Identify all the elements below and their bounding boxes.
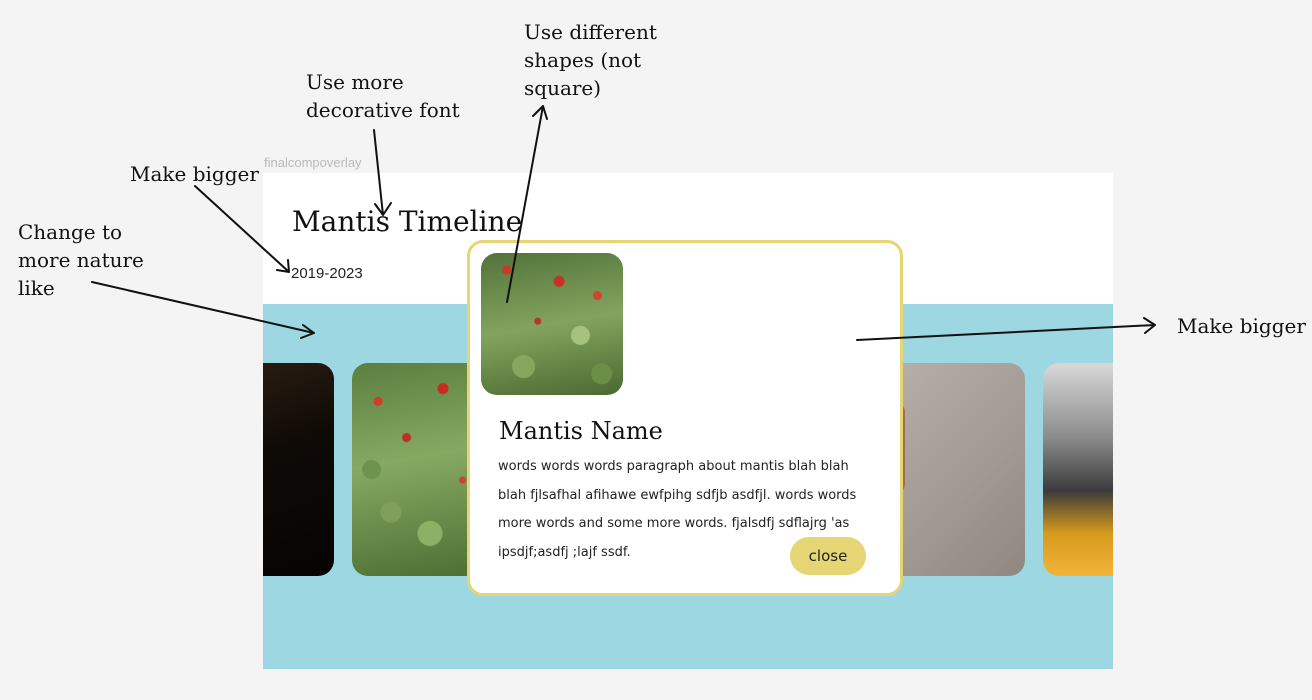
modal-title: Mantis Name: [499, 417, 663, 445]
mantis-detail-modal: Mantis Name words words words paragraph …: [467, 240, 903, 596]
page-title: Mantis Timeline: [292, 205, 523, 238]
timeline-card-2[interactable]: [352, 363, 482, 576]
annotation-font: Use more decorative font: [306, 70, 460, 122]
timeline-card-4[interactable]: [1043, 363, 1113, 576]
frame-label: finalcompoverlay: [264, 155, 362, 170]
timeline-card-1[interactable]: [263, 363, 334, 576]
close-button[interactable]: close: [790, 537, 866, 575]
annotation-bigger-title: Make bigger: [130, 162, 259, 186]
mantis-photo: [481, 253, 623, 395]
annotation-bigger-modal: Make bigger: [1177, 314, 1306, 338]
annotation-nature: Change to more nature like: [18, 220, 144, 300]
page-subtitle: 2019-2023: [291, 265, 363, 282]
annotation-shapes: Use different shapes (not square): [524, 20, 657, 100]
